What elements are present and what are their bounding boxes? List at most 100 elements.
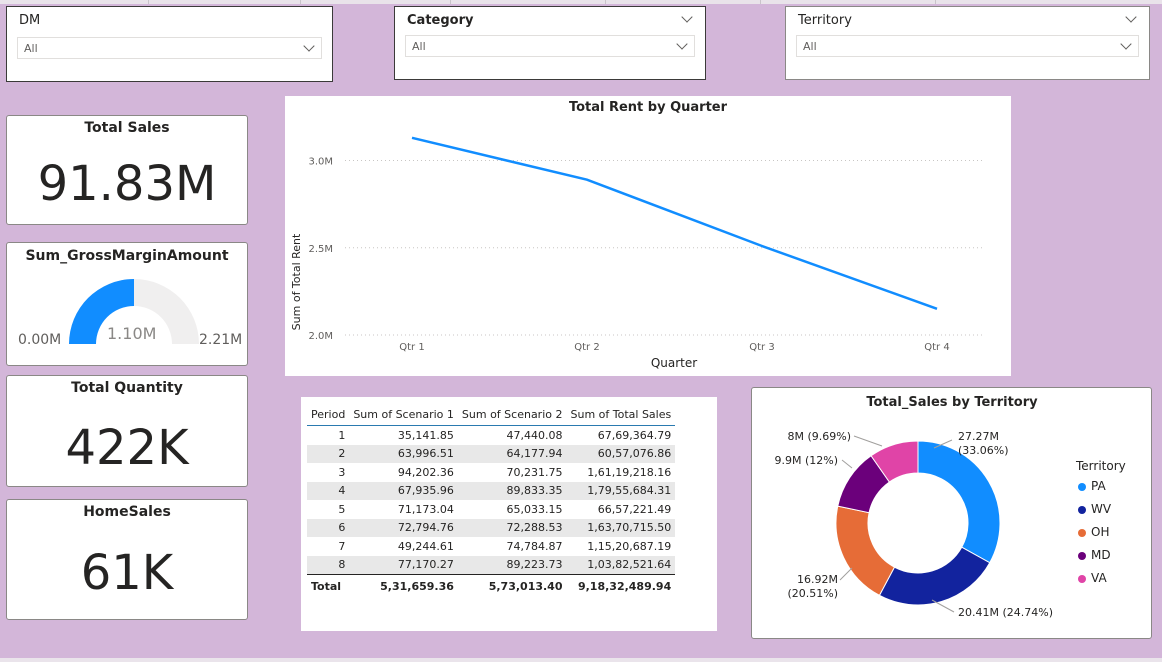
- category-dropdown[interactable]: All: [405, 35, 695, 57]
- legend-dot-icon: [1078, 528, 1086, 537]
- table-row: 8 77,170.27 89,223.73 1,03,82,521.64: [307, 555, 676, 575]
- chart-title: Total_Sales by Territory: [866, 395, 1038, 410]
- col-header-total-sales[interactable]: Sum of Total Sales: [566, 403, 676, 426]
- cell: 65,033.15: [506, 502, 563, 516]
- cell: 89,223.73: [457, 555, 567, 575]
- chevron-down-icon[interactable]: [1125, 11, 1137, 23]
- cell: 6: [307, 518, 350, 537]
- rent-line-chart[interactable]: Total Rent by Quarter Sum of Total Rent …: [285, 96, 1011, 376]
- total-quantity-title: Total Quantity: [71, 380, 183, 396]
- chart-title: Total Rent by Quarter: [569, 100, 728, 115]
- gauge-min-label: 0.00M: [18, 332, 62, 348]
- cell: 5,73,013.40: [457, 574, 567, 597]
- dm-dropdown-value: All: [24, 42, 38, 55]
- cell: 66,57,221.49: [597, 502, 672, 516]
- legend-label: WV: [1091, 502, 1112, 516]
- y-tick-label: 3.0M: [308, 157, 333, 168]
- territory-slicer[interactable]: Territory All: [785, 6, 1150, 80]
- cell: 60,57,076.86: [566, 444, 676, 463]
- gross-margin-gauge-card[interactable]: Sum_GrossMarginAmount 0.00M 1.10M 2.21M: [6, 242, 248, 366]
- cell: 1,63,70,715.50: [566, 518, 676, 537]
- cell: 3: [338, 465, 346, 479]
- home-sales-card[interactable]: HomeSales 61K: [6, 499, 248, 620]
- col-header-scenario2[interactable]: Sum of Scenario 2: [457, 403, 567, 426]
- data-label: 16.92M: [797, 573, 838, 586]
- total-sales-value: 91.83M: [37, 156, 217, 212]
- territory-slicer-title: Territory: [798, 13, 852, 28]
- cell: 49,244.61: [397, 539, 454, 553]
- cell: 8: [307, 555, 350, 575]
- x-tick-label: Qtr 2: [574, 342, 599, 353]
- col-header-period[interactable]: Period: [307, 403, 350, 426]
- legend-item-oh[interactable]: OH: [1078, 525, 1109, 539]
- cell: 9,18,32,489.94: [566, 574, 676, 597]
- scenario-matrix: Period Sum of Scenario 1 Sum of Scenario…: [307, 403, 676, 597]
- legend-label: VA: [1091, 571, 1107, 585]
- rent-series-line: [411, 136, 938, 311]
- legend-dot-icon: [1078, 482, 1086, 491]
- cell: 5: [338, 502, 346, 516]
- table-row: 6 72,794.76 72,288.53 1,63,70,715.50: [307, 518, 676, 537]
- category-slicer[interactable]: Category All: [394, 6, 706, 80]
- total-quantity-card[interactable]: Total Quantity 422K: [6, 375, 248, 487]
- territory-dropdown-value: All: [803, 40, 817, 53]
- legend-item-va[interactable]: VA: [1078, 571, 1107, 585]
- col-header-scenario1[interactable]: Sum of Scenario 1: [349, 403, 458, 426]
- data-label: (20.51%): [787, 587, 838, 600]
- cell: 1,15,20,687.19: [587, 539, 672, 553]
- cell: 63,996.51: [349, 444, 458, 463]
- cell: 67,935.96: [349, 481, 458, 500]
- table-row: 7 49,244.61 74,784.87 1,15,20,687.19: [307, 537, 675, 556]
- chevron-down-icon[interactable]: [681, 11, 693, 23]
- total-row: Total 5,31,659.36 5,73,013.40 9,18,32,489.9…: [307, 574, 676, 597]
- dm-dropdown[interactable]: All: [17, 37, 322, 59]
- category-dropdown-value: All: [412, 40, 426, 53]
- territory-donut-panel[interactable]: Total_Sales by Territory 27.27M (33.06%) 2…: [751, 387, 1152, 639]
- table-row: 2 63,996.51 64,177.94 60,57,076.86: [307, 444, 676, 463]
- legend-item-wv[interactable]: WV: [1078, 502, 1111, 516]
- cell: 64,177.94: [457, 444, 567, 463]
- x-tick-label: Qtr 3: [749, 342, 774, 353]
- cell: 5,31,659.36: [349, 574, 458, 597]
- x-tick-label: Qtr 1: [399, 342, 424, 353]
- slice-oh[interactable]: [835, 505, 896, 597]
- matrix-header-row: Period Sum of Scenario 1 Sum of Scenario…: [307, 403, 676, 426]
- leader-line: [839, 567, 853, 581]
- table-row: 3 94,202.36 70,231.75 1,61,19,218.16: [307, 463, 675, 482]
- leader-line: [841, 459, 853, 469]
- category-slicer-title: Category: [407, 13, 474, 28]
- cell: 72,794.76: [349, 518, 458, 537]
- slice-pa[interactable]: [917, 440, 1001, 564]
- scenario-matrix-panel[interactable]: Period Sum of Scenario 1 Sum of Scenario…: [301, 397, 717, 631]
- total-sales-card[interactable]: Total Sales 91.83M: [6, 115, 248, 225]
- data-label: 8M (9.69%): [787, 430, 851, 443]
- y-tick-label: 2.0M: [308, 331, 333, 342]
- data-label: 27.27M: [958, 430, 999, 443]
- total-sales-title: Total Sales: [84, 120, 170, 136]
- legend-label: OH: [1091, 525, 1110, 539]
- legend-item-pa[interactable]: PA: [1078, 479, 1106, 493]
- cell: 1,79,55,684.31: [566, 481, 676, 500]
- y-axis-label: Sum of Total Rent: [290, 233, 303, 330]
- cell: 7: [338, 539, 346, 553]
- gauge-value-label: 1.10M: [107, 324, 157, 343]
- cell: 77,170.27: [349, 555, 458, 575]
- territory-dropdown[interactable]: All: [796, 35, 1139, 57]
- home-sales-value: 61K: [80, 545, 174, 601]
- rent-line-chart-panel[interactable]: Total Rent by Quarter Sum of Total Rent …: [285, 96, 1011, 376]
- cell: 67,69,364.79: [597, 428, 672, 442]
- bottom-strip: [0, 658, 1162, 662]
- total-quantity-value: 422K: [65, 420, 189, 476]
- cell: 1,03,82,521.64: [566, 555, 676, 575]
- legend-dot-icon: [1078, 574, 1086, 583]
- data-label: 9.9M (12%): [774, 454, 838, 467]
- cell: 2: [307, 444, 350, 463]
- gauge-max-label: 2.21M: [199, 332, 243, 348]
- dm-slicer[interactable]: DM All: [6, 6, 333, 82]
- slice-wv[interactable]: [878, 546, 991, 606]
- leader-line: [931, 599, 955, 613]
- cell: Total: [307, 574, 350, 597]
- legend-item-md[interactable]: MD: [1078, 548, 1111, 562]
- cell: 72,288.53: [457, 518, 567, 537]
- legend-label: PA: [1091, 479, 1106, 493]
